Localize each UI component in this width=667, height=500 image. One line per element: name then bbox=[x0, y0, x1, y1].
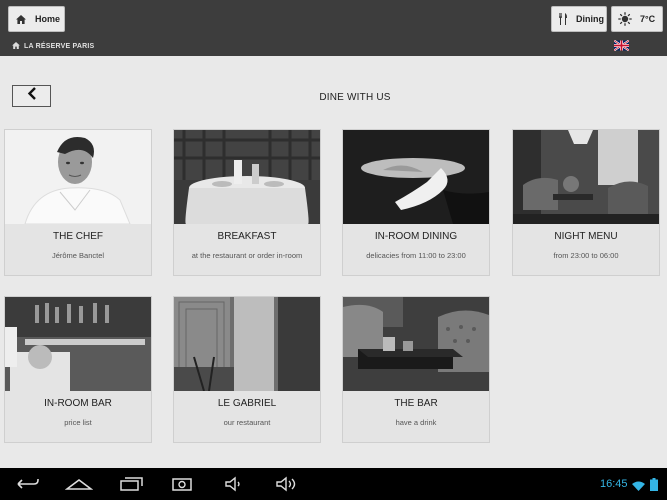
home-icon bbox=[12, 41, 20, 51]
recents-icon[interactable] bbox=[118, 476, 144, 497]
home-button[interactable]: Home bbox=[8, 6, 65, 32]
card-subtitle: price list bbox=[64, 418, 92, 427]
breakfast-photo bbox=[174, 130, 320, 224]
back-icon[interactable] bbox=[12, 476, 40, 497]
chevron-left-icon bbox=[27, 87, 37, 105]
card-subtitle: Jérôme Banctel bbox=[51, 251, 105, 260]
screenshot-icon[interactable] bbox=[171, 476, 193, 497]
in-room-bar-photo bbox=[5, 297, 151, 391]
card-title: IN-ROOM BAR bbox=[44, 398, 112, 409]
weather-label: 7°C bbox=[640, 14, 656, 24]
in-room-dining-photo bbox=[343, 130, 489, 224]
breadcrumb[interactable]: LA RÉSERVE PARIS bbox=[12, 40, 94, 52]
breadcrumb-label: LA RÉSERVE PARIS bbox=[24, 42, 95, 50]
card-le-gabriel[interactable]: LE GABRIEL our restaurant bbox=[173, 296, 321, 443]
sun-icon bbox=[615, 12, 635, 26]
card-title: THE BAR bbox=[394, 398, 438, 409]
page-title: DINE WITH US bbox=[319, 92, 391, 103]
card-title: THE CHEF bbox=[53, 231, 103, 242]
card-in-room-bar[interactable]: IN-ROOM BAR price list bbox=[4, 296, 152, 443]
night-menu-photo bbox=[513, 130, 659, 224]
status-clock: 16:45 bbox=[600, 478, 628, 490]
card-the-chef[interactable]: THE CHEF Jérôme Banctel bbox=[4, 129, 152, 276]
home-icon bbox=[11, 14, 31, 24]
system-nav-bar bbox=[0, 468, 667, 500]
card-subtitle: from 23:00 to 06:00 bbox=[553, 251, 619, 260]
card-title: IN-ROOM DINING bbox=[374, 231, 458, 242]
volume-up-icon[interactable] bbox=[275, 476, 299, 497]
card-title: NIGHT MENU bbox=[554, 231, 618, 242]
card-in-room-dining[interactable]: IN-ROOM DINING delicacies from 11:00 to … bbox=[342, 129, 490, 276]
card-title: LE GABRIEL bbox=[217, 398, 277, 409]
card-title: BREAKFAST bbox=[217, 231, 277, 242]
card-subtitle: at the restaurant or order in-room bbox=[191, 251, 303, 260]
card-subtitle: have a drink bbox=[395, 418, 437, 427]
cutlery-icon bbox=[554, 13, 572, 25]
card-breakfast[interactable]: BREAKFAST at the restaurant or order in-… bbox=[173, 129, 321, 276]
chef-photo bbox=[5, 130, 151, 224]
card-subtitle: delicacies from 11:00 to 23:00 bbox=[366, 251, 466, 260]
back-button[interactable] bbox=[12, 85, 51, 107]
weather-button[interactable]: 7°C bbox=[611, 6, 663, 32]
battery-icon bbox=[650, 478, 658, 496]
uk-flag-icon[interactable] bbox=[613, 38, 630, 52]
le-gabriel-photo bbox=[174, 297, 320, 391]
dining-button[interactable]: Dining bbox=[551, 6, 607, 32]
home-icon[interactable] bbox=[64, 476, 94, 497]
card-subtitle: our restaurant bbox=[223, 418, 271, 427]
home-button-label: Home bbox=[35, 14, 61, 24]
volume-down-icon[interactable] bbox=[224, 476, 246, 497]
card-the-bar[interactable]: THE BAR have a drink bbox=[342, 296, 490, 443]
dining-button-label: Dining bbox=[576, 14, 604, 24]
card-night-menu[interactable]: NIGHT MENU from 23:00 to 06:00 bbox=[512, 129, 660, 276]
wifi-icon bbox=[632, 479, 645, 497]
the-bar-photo bbox=[343, 297, 489, 391]
